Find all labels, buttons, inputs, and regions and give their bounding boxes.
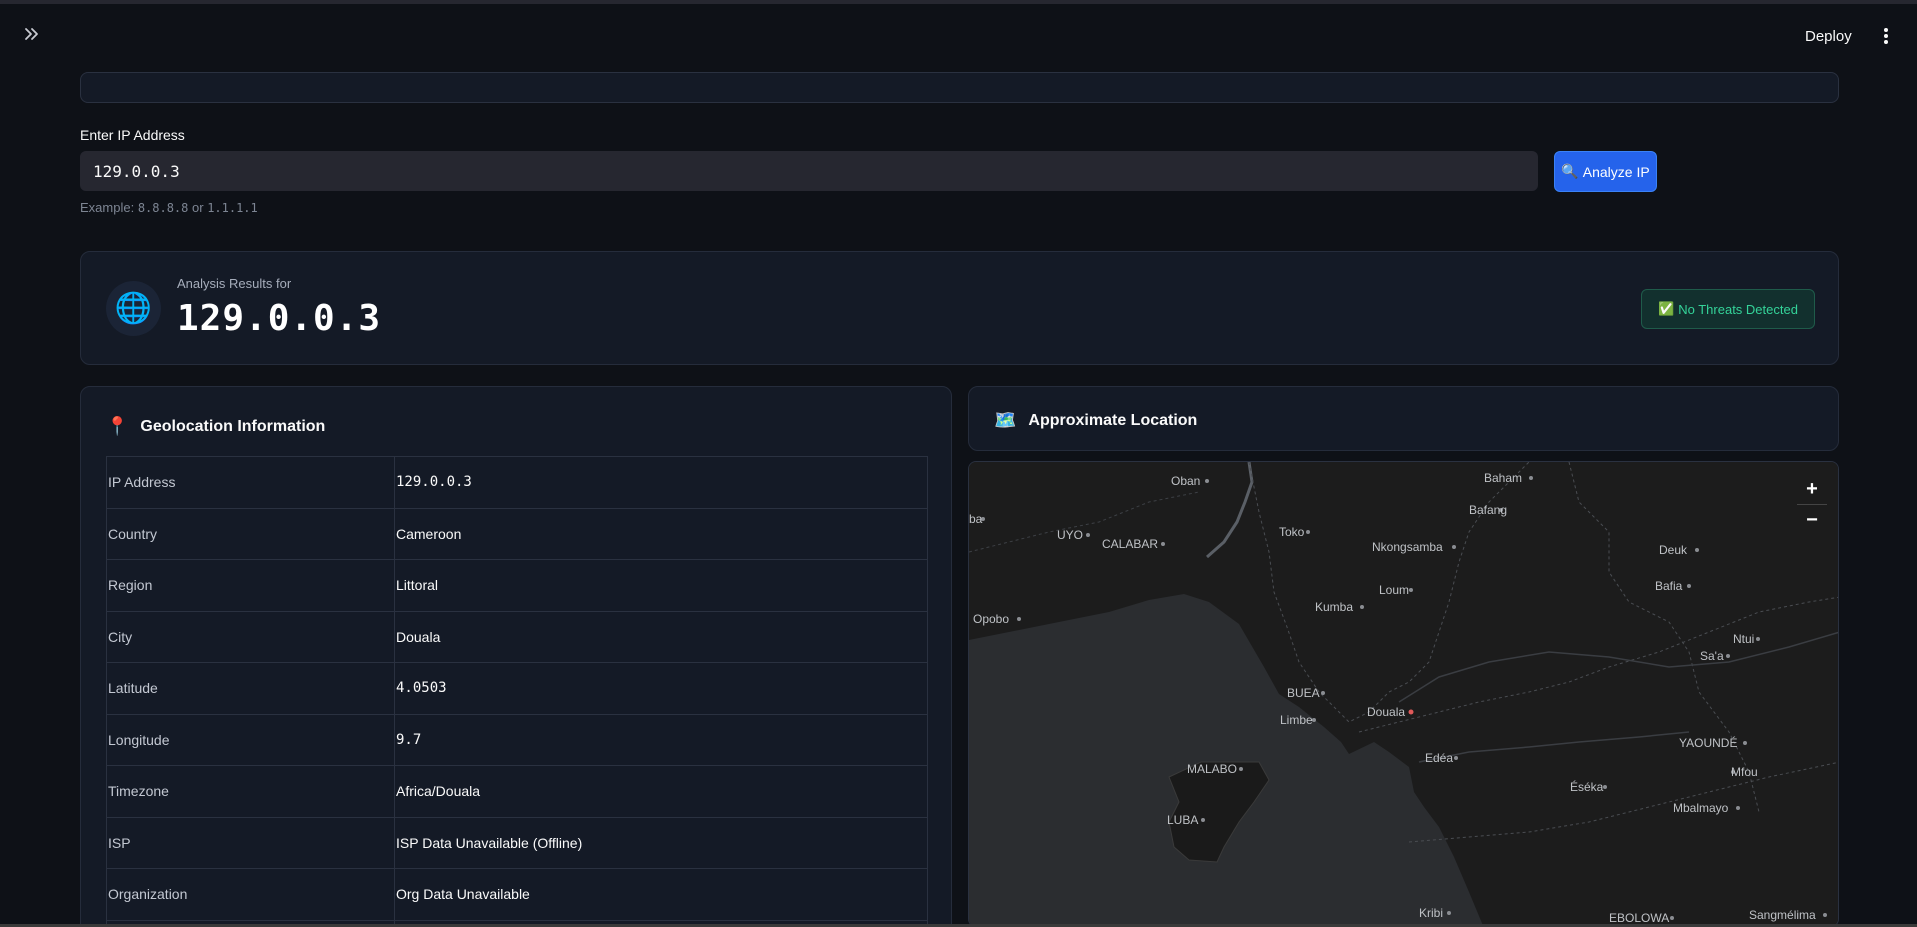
expand-sidebar-icon[interactable] (18, 24, 46, 52)
place-label: LUBA (1167, 813, 1198, 827)
row-value: 4.0503 (394, 662, 928, 715)
place-label: Baham (1484, 471, 1522, 485)
search-icon: 🔍 (1561, 163, 1579, 179)
place-label: Edéa (1425, 751, 1453, 765)
location-title-text: Approximate Location (1028, 411, 1198, 429)
row-key: City (106, 610, 395, 663)
row-value: 129.0.0.3 (394, 456, 928, 509)
table-row: ISP ISP Data Unavailable (Offline) (106, 816, 928, 869)
map-icon: 🗺️ (994, 410, 1017, 430)
row-value: ISP Data Unavailable (Offline) (394, 816, 928, 869)
app-header: Deploy (0, 4, 1917, 66)
place-label: Sangmélima (1749, 908, 1816, 922)
geolocation-table: IP Address 129.0.0.3 Country Cameroon Regi… (106, 456, 928, 927)
place-label: Opobo (973, 612, 1009, 626)
map-canvas: Oban Baham Bafang UYO CALABAR Toko Nkong… (969, 462, 1838, 926)
threat-status-label: No Threats Detected (1678, 301, 1798, 317)
approximate-location-card: 🗺️ Approximate Location (968, 386, 1839, 451)
analyze-ip-label: Analyze IP (1582, 163, 1650, 180)
place-label: UYO (1057, 528, 1083, 542)
hint-example-2: 1.1.1.1 (207, 201, 258, 215)
row-key: Longitude (106, 713, 395, 766)
place-label: Oban (1171, 474, 1200, 488)
place-label: Limbe (1280, 713, 1313, 727)
row-value: Org Data Unavailable (394, 868, 928, 921)
place-label: Bafang (1469, 503, 1507, 517)
douala-dot (1408, 709, 1414, 715)
location-title: 🗺️ Approximate Location (994, 410, 1197, 431)
table-row: IP Address 129.0.0.3 (106, 456, 928, 509)
table-row: Region Littoral (106, 559, 928, 612)
analyze-ip-button[interactable]: 🔍 Analyze IP (1554, 151, 1657, 192)
table-row: Country Cameroon (106, 507, 928, 560)
results-ip: 129.0.0.3 (177, 298, 382, 339)
place-label: Nkongsamba (1372, 540, 1443, 554)
geolocation-title: 📍 Geolocation Information (106, 416, 325, 437)
row-value: 9.7 (394, 713, 928, 766)
place-label: Mfou (1731, 765, 1758, 779)
place-label: Douala (1367, 705, 1405, 719)
row-key: IP Address (106, 456, 395, 509)
deploy-button[interactable]: Deploy (1805, 28, 1852, 45)
hint-example-1: 8.8.8.8 (137, 201, 189, 215)
table-row: Timezone Africa/Douala (106, 765, 928, 818)
place-label: BUEA (1287, 686, 1320, 700)
map-zoom-controls: + − (1797, 474, 1827, 534)
place-label: YAOUNDÉ (1679, 735, 1737, 750)
table-row: Longitude 9.7 (106, 713, 928, 766)
row-key: Organization (106, 868, 395, 921)
zoom-in-button[interactable]: + (1797, 474, 1827, 504)
table-row: Organization Org Data Unavailable (106, 868, 928, 921)
hint-prefix: Example: (80, 200, 138, 215)
row-value: Littoral (394, 559, 928, 612)
place-label: Ntui (1733, 632, 1754, 646)
globe-icon: 🌐 (106, 281, 161, 336)
geolocation-title-text: Geolocation Information (140, 417, 326, 435)
ip-input-hint: Example: 8.8.8.8 or 1.1.1.1 (80, 200, 258, 215)
pin-icon: 📍 (106, 416, 129, 436)
row-value: Cameroon (394, 507, 928, 560)
threat-status-badge: ✅ No Threats Detected (1641, 289, 1815, 329)
place-label: EBOLOWA (1609, 911, 1669, 925)
place-label: CALABAR (1102, 537, 1158, 551)
place-label: Éséka (1570, 779, 1604, 794)
place-label: MALABO (1187, 762, 1237, 776)
row-key: Timezone (106, 765, 395, 818)
analysis-results-card: 🌐 Analysis Results for 129.0.0.3 ✅ No Th… (80, 251, 1839, 365)
place-label: Loum (1379, 583, 1409, 597)
zoom-out-button[interactable]: − (1797, 505, 1827, 535)
place-label: Deuk (1659, 543, 1688, 557)
place-label: Kribi (1419, 906, 1443, 920)
location-map[interactable]: Oban Baham Bafang UYO CALABAR Toko Nkong… (968, 461, 1839, 927)
results-subtitle: Analysis Results for (177, 276, 292, 291)
row-key: ISP (106, 816, 395, 869)
table-row: City Douala (106, 610, 928, 663)
row-key: Latitude (106, 662, 395, 715)
row-key: Country (106, 507, 395, 560)
ip-input-label: Enter IP Address (80, 127, 185, 143)
main-menu-icon[interactable] (1880, 26, 1892, 48)
empty-container (80, 72, 1839, 103)
place-label: Bafia (1655, 579, 1683, 593)
place-label: Toko (1279, 525, 1305, 539)
place-label: Sa'a (1700, 649, 1724, 663)
row-key: Region (106, 559, 395, 612)
geolocation-card: 📍 Geolocation Information IP Address 129.… (80, 386, 952, 927)
ip-address-input[interactable] (80, 151, 1538, 191)
place-label: Kumba (1315, 600, 1353, 614)
place-label: Mbalmayo (1673, 801, 1729, 815)
row-value: Douala (394, 610, 928, 663)
hint-or: or (188, 200, 208, 215)
check-icon: ✅ (1658, 301, 1675, 316)
place-label: ba (969, 512, 983, 526)
row-value: Africa/Douala (394, 765, 928, 818)
table-row: Latitude 4.0503 (106, 662, 928, 715)
